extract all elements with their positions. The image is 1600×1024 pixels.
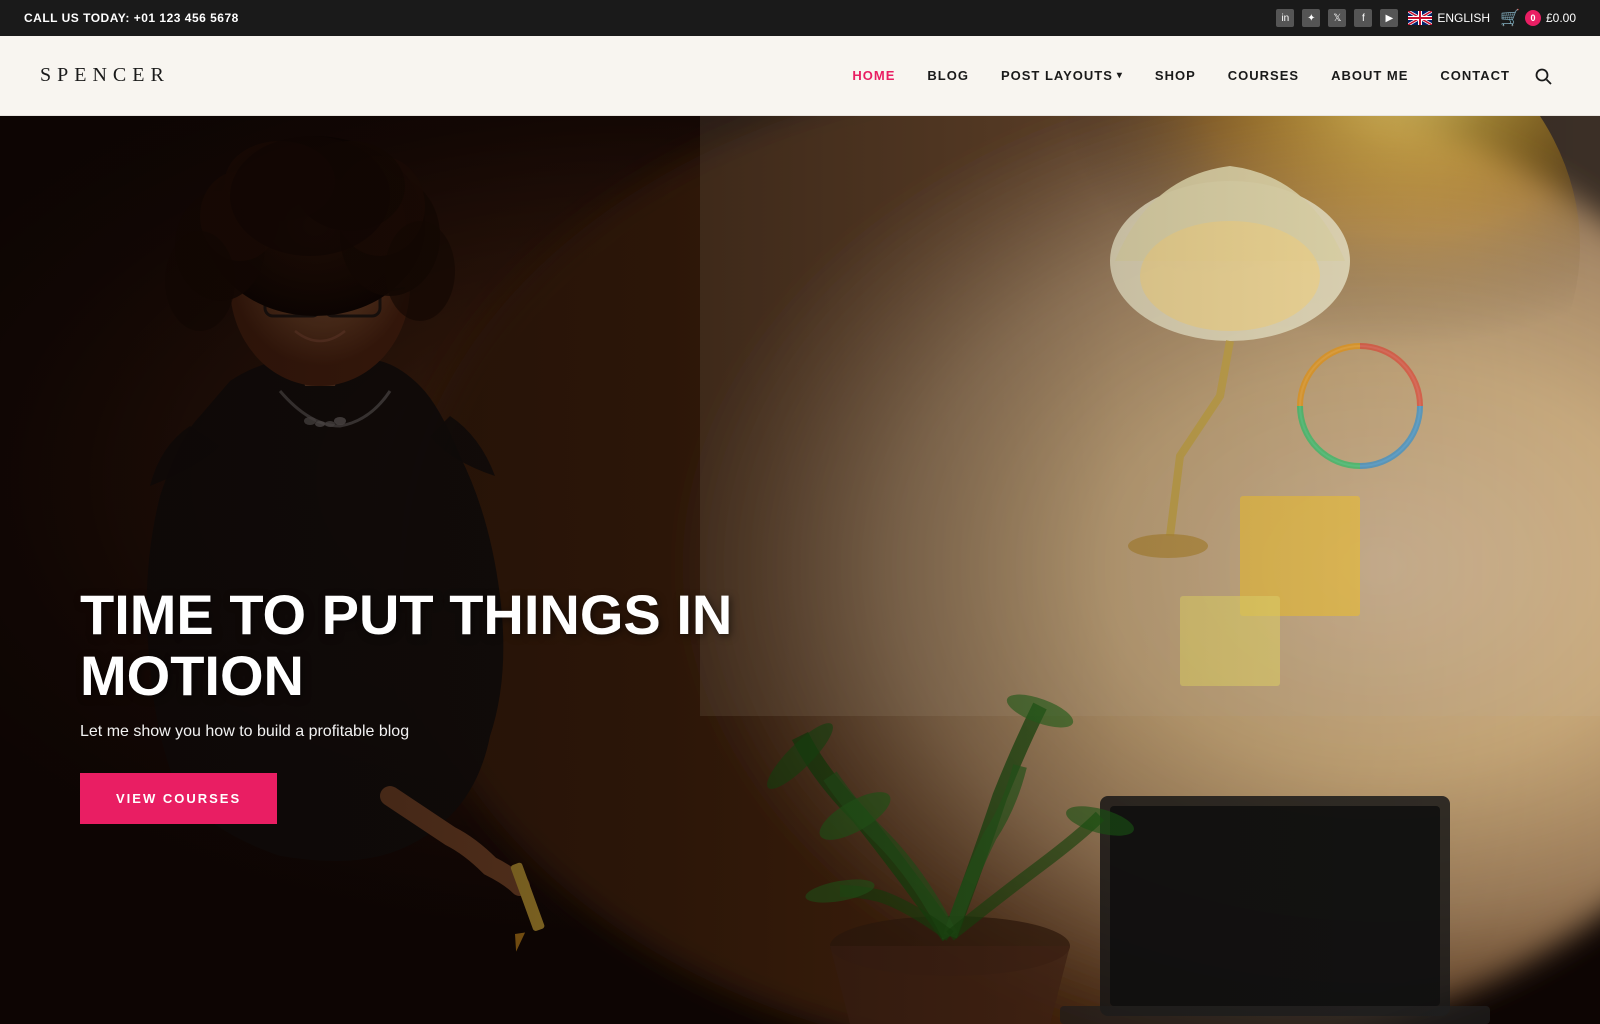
nav-item-post-layouts[interactable]: POST LAYOUTS ▾	[985, 36, 1139, 116]
language-label: ENGLISH	[1437, 11, 1490, 25]
search-icon[interactable]	[1526, 67, 1560, 85]
nav-item-contact[interactable]: CONTACT	[1424, 36, 1526, 116]
instagram-icon[interactable]: ✦	[1302, 9, 1320, 27]
language-selector[interactable]: ENGLISH	[1408, 11, 1490, 25]
twitter-icon[interactable]: 𝕏	[1328, 9, 1346, 27]
site-logo[interactable]: SPENCER	[40, 64, 170, 87]
nav-item-home[interactable]: HOME	[836, 36, 911, 116]
nav-item-shop[interactable]: SHOP	[1139, 36, 1212, 116]
social-icons: in ✦ 𝕏 f ▶	[1276, 9, 1398, 27]
cart-badge: 0	[1525, 10, 1541, 26]
hero-content: TIME TO PUT THINGS IN MOTION Let me show…	[80, 584, 780, 824]
hero-title: TIME TO PUT THINGS IN MOTION	[80, 584, 780, 707]
hero-section: TIME TO PUT THINGS IN MOTION Let me show…	[0, 116, 1600, 1024]
cart-price: £0.00	[1546, 11, 1576, 25]
view-courses-button[interactable]: VIEW COURSES	[80, 773, 277, 824]
linkedin-icon[interactable]: in	[1276, 9, 1294, 27]
nav-item-courses[interactable]: COURSES	[1212, 36, 1315, 116]
nav-bar: SPENCER HOME BLOG POST LAYOUTS ▾ SHOP CO…	[0, 36, 1600, 116]
youtube-icon[interactable]: ▶	[1380, 9, 1398, 27]
nav-item-about[interactable]: ABOUT ME	[1315, 36, 1424, 116]
hero-background	[0, 116, 1600, 1024]
top-bar-right: in ✦ 𝕏 f ▶ ENGLISH 🛒 0 £0.00	[1276, 8, 1576, 28]
nav-item-blog[interactable]: BLOG	[911, 36, 985, 116]
phone-number: CALL US TODAY: +01 123 456 5678	[24, 11, 239, 25]
dropdown-arrow-icon: ▾	[1117, 70, 1123, 81]
flag-icon	[1408, 11, 1432, 25]
hero-subtitle: Let me show you how to build a profitabl…	[80, 723, 780, 741]
facebook-icon[interactable]: f	[1354, 9, 1372, 27]
cart-icon: 🛒	[1500, 8, 1520, 28]
top-bar: CALL US TODAY: +01 123 456 5678 in ✦ 𝕏 f…	[0, 0, 1600, 36]
nav-links: HOME BLOG POST LAYOUTS ▾ SHOP COURSES AB…	[836, 36, 1560, 116]
cart[interactable]: 🛒 0 £0.00	[1500, 8, 1576, 28]
